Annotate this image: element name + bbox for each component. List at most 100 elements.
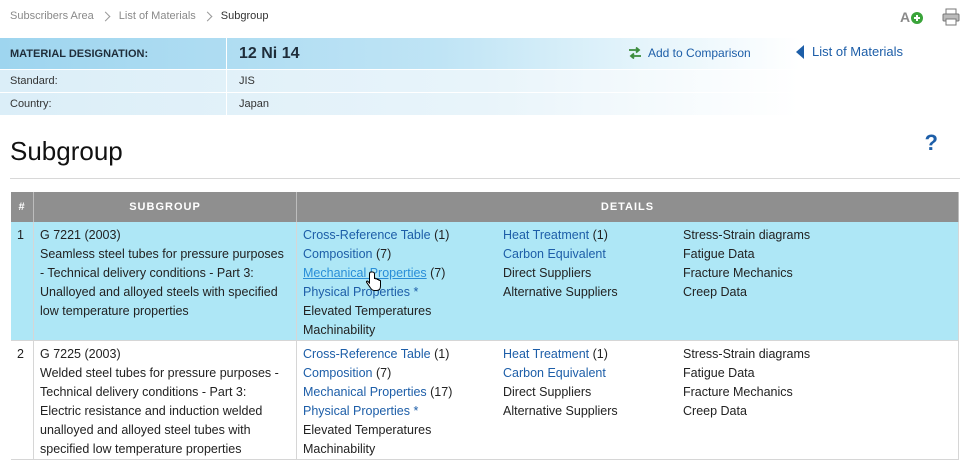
detail-item[interactable]: Carbon Equivalent [503, 364, 683, 383]
subgroup-code: G 7221 (2003) [40, 228, 121, 242]
printer-icon[interactable] [942, 8, 960, 31]
details-cell: Cross-Reference Table (1) Composition (7)… [296, 340, 959, 460]
designation-value: 12 Ni 14 [226, 38, 299, 69]
divider [10, 178, 960, 179]
detail-label: Direct Suppliers [503, 385, 592, 399]
add-to-comparison-label: Add to Comparison [648, 46, 751, 60]
standard-row: Standard: JIS [0, 70, 800, 92]
list-of-materials-link[interactable]: List of Materials [796, 44, 903, 59]
row-number: 2 [11, 340, 34, 460]
detail-item: Machinability [303, 440, 503, 459]
list-of-materials-label: List of Materials [812, 44, 904, 59]
detail-link[interactable]: Mechanical Properties [303, 266, 427, 280]
detail-link[interactable]: Heat Treatment [503, 228, 589, 242]
table-header: # SUBGROUP DETAILS [11, 192, 959, 222]
detail-count: (7) [372, 366, 392, 380]
add-to-comparison-button[interactable]: Add to Comparison [628, 46, 751, 60]
detail-count: (1) [430, 347, 450, 361]
detail-item: Alternative Suppliers [503, 283, 683, 302]
details-column: Stress-Strain diagrams Fatigue Data Fractu… [683, 226, 923, 340]
detail-label: Fracture Mechanics [683, 385, 793, 399]
detail-label: Stress-Strain diagrams [683, 347, 811, 361]
detail-count: (1) [589, 347, 608, 361]
detail-item[interactable]: Heat Treatment (1) [503, 345, 683, 364]
detail-link[interactable]: Physical Properties * [303, 404, 418, 418]
detail-item[interactable]: Physical Properties * [303, 283, 503, 302]
detail-item[interactable]: Cross-Reference Table (1) [303, 226, 503, 245]
detail-item[interactable]: Composition (7) [303, 364, 503, 383]
subgroup-cell: G 7225 (2003) Welded steel tubes for pres… [33, 340, 297, 460]
details-column: Heat Treatment (1) Carbon Equivalent Direc… [503, 345, 683, 459]
detail-item[interactable]: Cross-Reference Table (1) [303, 345, 503, 364]
detail-link[interactable]: Cross-Reference Table [303, 347, 431, 361]
header-subgroup: SUBGROUP [33, 192, 297, 222]
standard-label: Standard: [10, 75, 58, 87]
help-icon[interactable]: ? [925, 130, 938, 156]
detail-item[interactable]: Carbon Equivalent [503, 245, 683, 264]
detail-label: Elevated Temperatures [303, 423, 432, 437]
detail-item: Stress-Strain diagrams [683, 345, 923, 364]
breadcrumb-subscribers-area[interactable]: Subscribers Area [10, 10, 94, 22]
detail-link[interactable]: Carbon Equivalent [503, 247, 606, 261]
detail-item: Elevated Temperatures [303, 421, 503, 440]
detail-item[interactable]: Physical Properties * [303, 402, 503, 421]
subgroup-cell: G 7221 (2003) Seamless steel tubes for pr… [33, 222, 297, 341]
swap-arrows-icon [629, 47, 641, 59]
material-header: MATERIAL DESIGNATION: 12 Ni 14 Standard:… [0, 38, 970, 116]
detail-item[interactable]: Mechanical Properties (17) [303, 383, 503, 402]
detail-count: (1) [589, 228, 608, 242]
standard-value: JIS [226, 70, 255, 92]
breadcrumb-current: Subgroup [220, 10, 269, 22]
detail-item: Fracture Mechanics [683, 264, 923, 283]
subgroup-description: Welded steel tubes for pressure purposes… [40, 366, 279, 456]
detail-link[interactable]: Mechanical Properties [303, 385, 427, 399]
hand-cursor-icon [366, 271, 381, 291]
detail-item: Machinability [303, 321, 503, 340]
detail-item: Elevated Temperatures [303, 302, 503, 321]
detail-link[interactable]: Cross-Reference Table [303, 228, 431, 242]
details-column: Cross-Reference Table (1) Composition (7)… [303, 345, 503, 459]
top-toolbar: A [900, 8, 960, 31]
detail-label: Machinability [303, 442, 376, 456]
detail-label: Creep Data [683, 285, 747, 299]
detail-count: (7) [426, 266, 446, 280]
detail-link[interactable]: Composition [303, 247, 372, 261]
subgroup-code: G 7225 (2003) [40, 347, 121, 361]
detail-label: Direct Suppliers [503, 266, 592, 280]
detail-item: Fatigue Data [683, 245, 923, 264]
detail-count: (7) [372, 247, 392, 261]
detail-item: Creep Data [683, 402, 923, 421]
detail-label: Alternative Suppliers [503, 404, 618, 418]
row-number: 1 [11, 222, 34, 341]
detail-label: Creep Data [683, 404, 747, 418]
details-column: Stress-Strain diagrams Fatigue Data Fractu… [683, 345, 923, 459]
detail-link[interactable]: Heat Treatment [503, 347, 589, 361]
details-column: Heat Treatment (1) Carbon Equivalent Direc… [503, 226, 683, 340]
detail-label: Fatigue Data [683, 247, 755, 261]
subgroup-description: Seamless steel tubes for pressure purpos… [40, 247, 284, 318]
details-column: Cross-Reference Table (1) Composition (7)… [303, 226, 503, 340]
detail-item: Creep Data [683, 283, 923, 302]
designation-label: MATERIAL DESIGNATION: [10, 47, 149, 60]
a-plus-icon[interactable]: A [900, 9, 924, 30]
detail-label: Elevated Temperatures [303, 304, 432, 318]
detail-item[interactable]: Composition (7) [303, 245, 503, 264]
detail-count: (17) [426, 385, 453, 399]
detail-link[interactable]: Carbon Equivalent [503, 366, 606, 380]
detail-link[interactable]: Physical Properties * [303, 285, 418, 299]
country-value: Japan [226, 93, 269, 115]
table-body: 1 G 7221 (2003) Seamless steel tubes for p… [11, 222, 959, 460]
detail-item[interactable]: Mechanical Properties (7) [303, 264, 503, 283]
subgroup-table: # SUBGROUP DETAILS 1 G 7221 (2003) Seamles… [11, 192, 959, 460]
header-num: # [11, 192, 34, 222]
detail-item: Alternative Suppliers [503, 402, 683, 421]
country-label: Country: [10, 98, 52, 110]
detail-item: Fatigue Data [683, 364, 923, 383]
detail-link[interactable]: Composition [303, 366, 372, 380]
detail-label: Stress-Strain diagrams [683, 228, 811, 242]
breadcrumb-list-of-materials[interactable]: List of Materials [119, 10, 196, 22]
triangle-left-icon [796, 44, 804, 59]
detail-item[interactable]: Heat Treatment (1) [503, 226, 683, 245]
header-details: DETAILS [296, 192, 959, 222]
detail-count: (1) [430, 228, 450, 242]
